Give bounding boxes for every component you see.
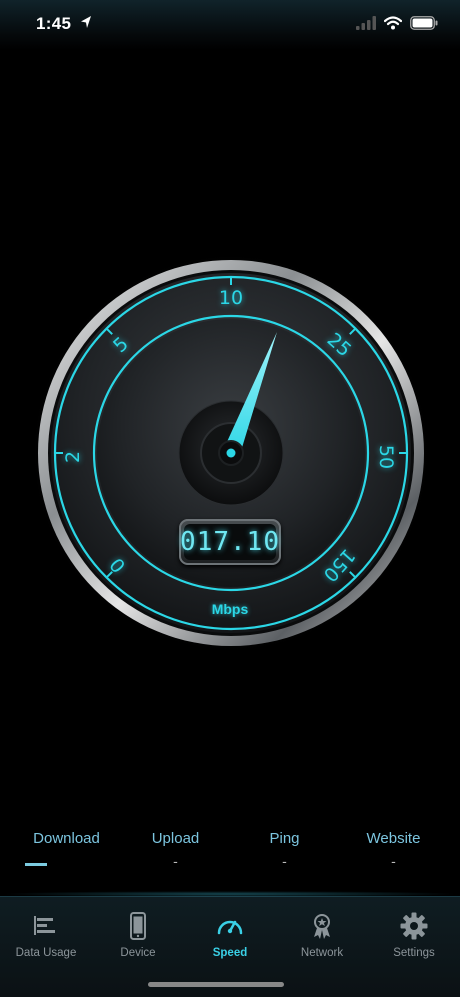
result-value: - (173, 853, 178, 869)
speed-readout-value: 017.10 (180, 524, 279, 560)
result-label: Upload (151, 830, 200, 847)
home-indicator (148, 982, 284, 987)
tab-label: Settings (393, 947, 435, 959)
result-label: Website (366, 830, 421, 847)
result-upload[interactable]: Upload - (118, 830, 233, 869)
status-indicators (356, 14, 438, 32)
tab-label: Speed (212, 947, 248, 959)
gauge-dial (31, 253, 431, 653)
cellular-signal-icon (356, 16, 376, 30)
battery-icon (410, 16, 438, 30)
network-icon (314, 914, 330, 939)
speed-unit-label: Mbps (211, 601, 249, 617)
status-time: 1:45 (36, 14, 72, 33)
data-usage-icon (34, 916, 55, 935)
result-value: - (282, 853, 287, 869)
location-arrow-icon (81, 16, 91, 28)
tab-bar-glow (0, 891, 460, 897)
wifi-icon (384, 16, 402, 30)
scale-label-10: 10 (218, 287, 244, 309)
speed-readout: 017.10 (179, 519, 281, 565)
tab-network[interactable]: Network (276, 911, 368, 959)
test-results: Download Upload - Ping - Website - (0, 830, 460, 880)
tab-settings[interactable]: Settings (368, 911, 460, 959)
tab-label: Data Usage (15, 947, 77, 959)
scale-label-50: 50 (375, 444, 397, 470)
scale-label-2: 2 (62, 450, 84, 464)
active-result-indicator (25, 863, 47, 866)
speed-gauge: 0 2 5 10 25 50 150 017.10 Mbps (31, 253, 431, 653)
tab-label: Network (300, 947, 344, 959)
result-ping[interactable]: Ping - (227, 830, 342, 869)
tab-data-usage[interactable]: Data Usage (0, 911, 92, 959)
phone-icon (130, 912, 146, 940)
tab-speed[interactable]: Speed (184, 911, 276, 959)
result-label: Ping (269, 830, 300, 847)
result-value: - (391, 853, 396, 869)
tab-device[interactable]: Device (92, 911, 184, 959)
gear-icon (400, 912, 428, 940)
result-label: Download (33, 830, 100, 847)
result-download[interactable]: Download (9, 830, 124, 867)
speedometer-icon (217, 920, 243, 935)
status-bar: 1:45 (0, 0, 460, 50)
result-website[interactable]: Website - (336, 830, 451, 869)
tab-label: Device (120, 947, 156, 959)
